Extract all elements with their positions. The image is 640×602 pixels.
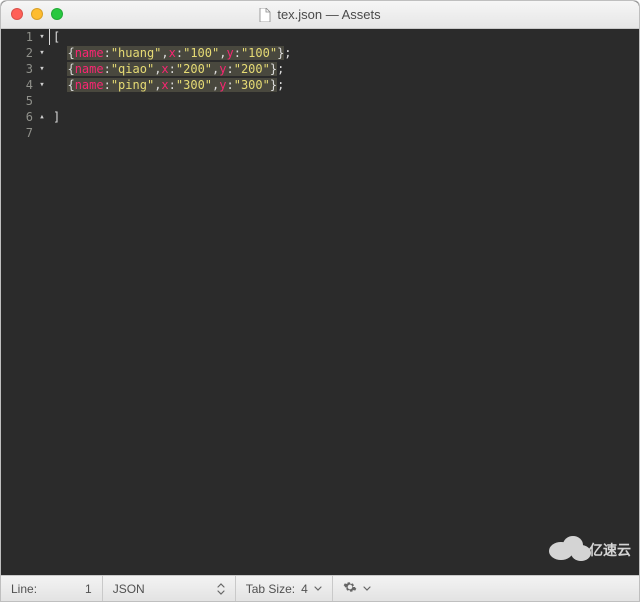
fold-up-icon[interactable]: [37, 109, 47, 125]
line-number: 5: [26, 93, 37, 109]
gutter-row[interactable]: 4: [1, 77, 49, 93]
code-line[interactable]: ]: [53, 109, 639, 125]
window-title: tex.json — Assets: [1, 7, 639, 22]
fold-icon[interactable]: [37, 45, 47, 61]
line-number: 6: [26, 109, 37, 125]
code-line[interactable]: [: [53, 29, 639, 45]
line-number: 7: [26, 125, 37, 141]
fold-icon[interactable]: [37, 61, 47, 77]
tabsize-value: 4: [301, 582, 308, 596]
syntax-selector[interactable]: JSON: [103, 576, 236, 601]
code-line[interactable]: [53, 93, 639, 109]
gutter-row[interactable]: 6: [1, 109, 49, 125]
line-number: 1: [26, 29, 37, 45]
gutter-row[interactable]: 2: [1, 45, 49, 61]
gear-icon: [343, 580, 357, 597]
bracket-close: ]: [53, 110, 60, 124]
line-label: Line:: [11, 582, 37, 596]
settings-menu[interactable]: [333, 576, 381, 601]
minimize-window-button[interactable]: [31, 8, 43, 20]
gutter-row[interactable]: 1: [1, 29, 49, 45]
code-line[interactable]: {name:"qiao",x:"200",y:"200"};: [53, 61, 639, 77]
bracket-open: [: [53, 30, 60, 44]
fold-icon[interactable]: [37, 77, 47, 93]
code-line[interactable]: [53, 125, 639, 141]
line-number: 2: [26, 45, 37, 61]
gutter-row[interactable]: 5: [1, 93, 49, 109]
chevron-down-icon: [314, 586, 322, 592]
editor-area: 1 2 3 4 5 6 7 [ {name:"huang",x:"100",y:…: [1, 29, 639, 575]
window-controls: [11, 8, 63, 20]
syntax-label: JSON: [113, 582, 145, 596]
code-line[interactable]: {name:"ping",x:"300",y:"300"};: [53, 77, 639, 93]
line-number-gutter[interactable]: 1 2 3 4 5 6 7: [1, 29, 49, 575]
code-line[interactable]: {name:"huang",x:"100",y:"100"};: [53, 45, 639, 61]
chevron-down-icon: [363, 586, 371, 592]
status-bar: Line: 1 JSON Tab Size: 4: [1, 575, 639, 601]
chevron-updown-icon: [217, 583, 225, 595]
line-value: 1: [85, 582, 92, 596]
close-window-button[interactable]: [11, 8, 23, 20]
gutter-row[interactable]: 7: [1, 125, 49, 141]
tabsize-label: Tab Size:: [246, 582, 295, 596]
text-cursor: [49, 29, 50, 45]
line-number: 3: [26, 61, 37, 77]
fold-icon[interactable]: [37, 29, 47, 45]
gutter-row[interactable]: 3: [1, 61, 49, 77]
app-window: tex.json — Assets 1 2 3 4 5 6 7 [ {name:…: [0, 0, 640, 602]
tab-size-selector[interactable]: Tab Size: 4: [236, 576, 333, 601]
line-number: 4: [26, 77, 37, 93]
titlebar: tex.json — Assets: [1, 1, 639, 29]
status-line-section[interactable]: Line: 1: [1, 576, 103, 601]
code-content[interactable]: [ {name:"huang",x:"100",y:"100"}; {name:…: [49, 29, 639, 575]
window-title-text: tex.json — Assets: [277, 7, 380, 22]
file-icon: [259, 8, 271, 22]
zoom-window-button[interactable]: [51, 8, 63, 20]
